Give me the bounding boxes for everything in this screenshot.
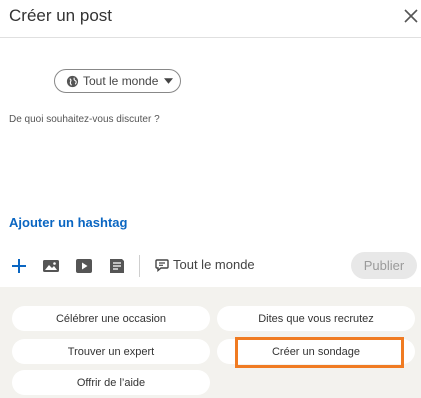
toolbar-divider bbox=[139, 255, 140, 277]
document-icon[interactable] bbox=[108, 257, 126, 275]
offer-help-button[interactable]: Offrir de l’aide bbox=[12, 370, 210, 395]
audience-selector[interactable]: Tout le monde bbox=[54, 69, 181, 93]
find-expert-button[interactable]: Trouver un expert bbox=[12, 339, 210, 364]
dialog-title: Créer un post bbox=[9, 6, 112, 25]
close-icon[interactable] bbox=[402, 7, 420, 25]
photo-icon[interactable] bbox=[42, 257, 60, 275]
video-icon[interactable] bbox=[75, 257, 93, 275]
audience-label: Tout le monde bbox=[83, 74, 159, 88]
dialog-header: Créer un post bbox=[0, 0, 421, 38]
comment-scope-label: Tout le monde bbox=[173, 257, 255, 272]
comment-scope-selector[interactable]: Tout le monde bbox=[155, 257, 255, 272]
globe-icon bbox=[66, 75, 79, 87]
hiring-button[interactable]: Dites que vous recrutez bbox=[217, 306, 415, 331]
create-poll-button[interactable]: Créer un sondage bbox=[217, 339, 415, 364]
plus-icon[interactable] bbox=[10, 257, 28, 275]
publish-button[interactable]: Publier bbox=[351, 252, 417, 279]
celebrate-occasion-button[interactable]: Célébrer une occasion bbox=[12, 306, 210, 331]
post-text-area[interactable]: De quoi souhaitez-vous discuter ? bbox=[9, 114, 160, 125]
add-hashtag-link[interactable]: Ajouter un hashtag bbox=[9, 215, 127, 230]
comment-icon bbox=[155, 258, 169, 272]
caret-down-icon bbox=[164, 78, 174, 84]
post-toolbar: Tout le monde Publier bbox=[0, 248, 421, 284]
